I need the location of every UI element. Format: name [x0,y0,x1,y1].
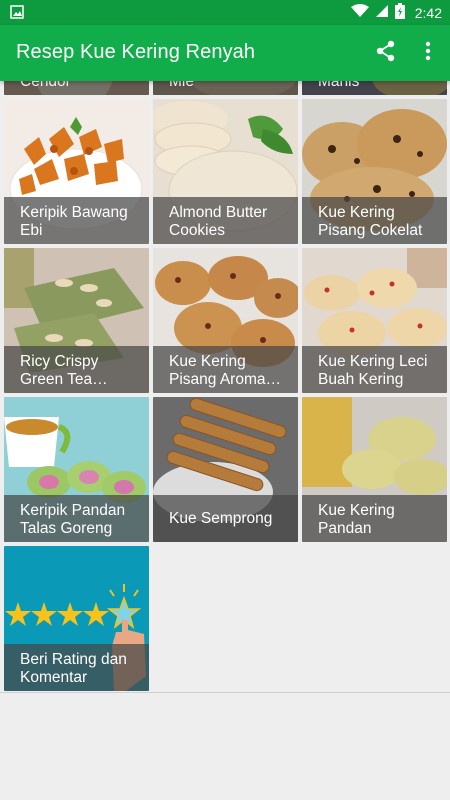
recipe-label: Keripik Bawang Ebi [20,204,128,239]
app-bar: Resep Kue Kering Renyah [0,25,450,81]
recipe-label: Almond Butter Cookies [169,204,268,239]
recipe-tile[interactable]: Mie [153,81,298,95]
recipe-label: Manis [318,81,360,90]
image-icon [10,5,24,19]
recipe-label: Ricy Crispy Green Tea… [20,353,108,388]
recipe-label: Kue Kering Pisang Aroma… [169,353,281,388]
recipe-tile-kue-kering-leci-buah-kering[interactable]: Kue Kering Leci Buah Kering [302,248,447,393]
grid-bottom-divider [0,692,450,693]
recipe-label: Kue Kering Leci Buah Kering [318,353,428,388]
share-button[interactable] [372,39,400,67]
recipe-tile-keripik-pandan-talas-goreng[interactable]: Keripik Pandan Talas Goreng [4,397,149,542]
recipe-tile-ricy-crispy-green-tea[interactable]: Ricy Crispy Green Tea… [4,248,149,393]
recipe-tile-keripik-bawang-ebi[interactable]: Keripik Bawang Ebi [4,99,149,244]
more-vert-icon [425,41,431,66]
recipe-grid[interactable]: Cendol Mie Manis Keripik Bawang Ebi Almo… [0,81,450,692]
recipe-tile[interactable]: Manis [302,81,447,95]
battery-icon [394,2,405,24]
clock: 2:42 [414,5,442,21]
status-icons: 2:42 [350,2,442,24]
recipe-label: Cendol [20,81,70,90]
share-icon [376,40,396,67]
status-bar: 2:42 [0,0,450,25]
recipe-tile-almond-butter-cookies[interactable]: Almond Butter Cookies [153,99,298,244]
recipe-label: Keripik Pandan Talas Goreng [20,502,126,537]
app-title: Resep Kue Kering Renyah [16,41,256,63]
rate-and-review-tile[interactable]: Beri Rating dan Komentar [4,546,149,691]
recipe-tile-kue-kering-pisang-cokelat[interactable]: Kue Kering Pisang Cokelat [302,99,447,244]
recipe-label: Kue Kering Pisang Cokelat [318,204,423,239]
recipe-tile-kue-kering-pandan[interactable]: Kue Kering Pandan [302,397,447,542]
rate-and-review-label: Beri Rating dan Komentar [20,651,127,686]
recipe-tile-kue-kering-pisang-aroma[interactable]: Kue Kering Pisang Aroma… [153,248,298,393]
overflow-menu-button[interactable] [414,39,442,67]
recipe-tile-kue-semprong[interactable]: Kue Semprong [153,397,298,542]
wifi-icon [350,3,369,23]
recipe-label: Kue Kering Pandan [318,502,395,537]
recipe-label: Mie [169,81,194,90]
recipe-label: Kue Semprong [169,510,273,527]
recipe-tile[interactable]: Cendol [4,81,149,95]
signal-icon [375,4,389,23]
